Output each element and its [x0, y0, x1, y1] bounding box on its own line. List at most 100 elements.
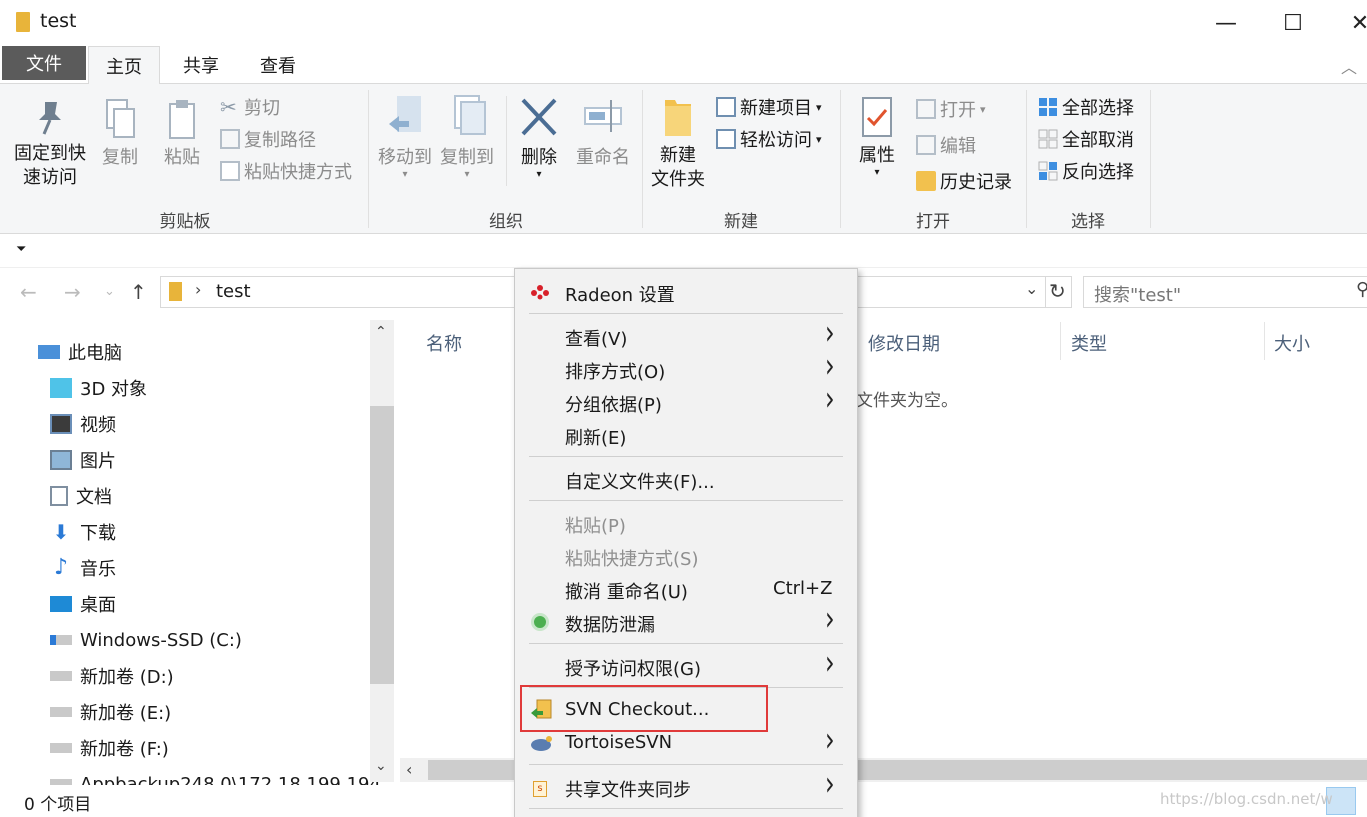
nav-item-drive-c[interactable]: Windows-SSD (C:): [50, 622, 242, 658]
nav-item-this-pc[interactable]: 此电脑: [38, 334, 122, 370]
tab-share[interactable]: 共享: [168, 46, 234, 84]
scroll-up-icon[interactable]: ⌃: [375, 324, 387, 340]
delete-button[interactable]: 删除 ▾: [514, 94, 564, 180]
nav-label: 文档: [76, 487, 112, 508]
cut-button[interactable]: ✂ 剪切: [220, 94, 280, 120]
menu-item-sort[interactable]: 排序方式(O): [565, 358, 665, 384]
nav-item-downloads[interactable]: ⬇ 下载: [50, 514, 116, 550]
ribbon-tabs: 文件 主页 共享 查看 ︿: [0, 46, 1367, 85]
customize-quick-access-icon[interactable]: ⏷: [16, 242, 26, 257]
search-input[interactable]: 搜索"test" ⚲: [1083, 276, 1367, 308]
properties-label: 属性: [859, 145, 895, 166]
navigation-pane: 此电脑 3D 对象 视频 图片 文档 ⬇ 下载 ♪ 音乐 桌面 Windows-…: [0, 318, 395, 788]
submenu-arrow-icon: ›: [825, 379, 835, 419]
new-folder-button[interactable]: 新建 文件夹: [646, 96, 710, 192]
tab-home[interactable]: 主页: [88, 46, 160, 85]
scroll-left-icon[interactable]: ‹: [406, 760, 412, 779]
menu-item-grant-access[interactable]: 授予访问权限(G): [565, 655, 701, 681]
nav-item-pictures[interactable]: 图片: [50, 442, 116, 478]
properties-button[interactable]: 属性 ▾: [852, 96, 902, 178]
menu-item-share-sync[interactable]: 共享文件夹同步: [565, 776, 691, 802]
menu-separator: [529, 764, 843, 765]
maximize-button[interactable]: ☐: [1270, 0, 1316, 46]
column-name[interactable]: 名称: [426, 330, 462, 356]
paste-shortcut-label: 粘贴快捷方式: [244, 162, 352, 183]
new-item-icon: [716, 97, 736, 117]
menu-item-dlp[interactable]: 数据防泄漏: [565, 611, 655, 637]
menu-item-paste[interactable]: 粘贴(P): [565, 512, 626, 538]
nav-label: 3D 对象: [80, 379, 148, 400]
nav-item-drive-f[interactable]: 新加卷 (F:): [50, 730, 169, 766]
nav-item-drive-d[interactable]: 新加卷 (D:): [50, 658, 174, 694]
move-to-button[interactable]: 移动到 ▾: [374, 94, 436, 180]
menu-item-undo-rename[interactable]: 撤消 重命名(U): [565, 578, 688, 604]
menu-item-group[interactable]: 分组依据(P): [565, 391, 662, 417]
easy-access-button[interactable]: 轻松访问 ▾: [716, 126, 822, 152]
menu-item-paste-shortcut[interactable]: 粘贴快捷方式(S): [565, 545, 698, 571]
delete-label: 删除: [521, 147, 557, 168]
copy-path-button[interactable]: 复制路径: [220, 126, 316, 152]
invert-selection-button[interactable]: 反向选择: [1038, 158, 1134, 184]
tab-view[interactable]: 查看: [245, 46, 311, 84]
open-button[interactable]: 打开 ▾: [916, 96, 986, 122]
edit-button[interactable]: 编辑: [916, 132, 976, 158]
nav-item-3d-objects[interactable]: 3D 对象: [50, 370, 147, 406]
column-date-modified[interactable]: 修改日期: [868, 330, 940, 356]
search-placeholder: 搜索"test": [1094, 285, 1182, 306]
ribbon-collapse-icon[interactable]: ︿: [1341, 54, 1357, 78]
tab-file[interactable]: 文件: [2, 46, 86, 80]
back-arrow-icon[interactable]: ←: [20, 280, 37, 304]
copy-button[interactable]: 复制: [96, 98, 144, 170]
cut-label: 剪切: [244, 98, 280, 119]
menu-item-tortoise-svn[interactable]: TortoiseSVN: [565, 732, 672, 753]
move-to-icon: [389, 96, 421, 132]
nav-item-music[interactable]: ♪ 音乐: [50, 550, 116, 586]
recent-locations-icon[interactable]: ⌄: [104, 284, 115, 299]
paste-button[interactable]: 粘贴: [158, 98, 206, 170]
menu-item-refresh[interactable]: 刷新(E): [565, 424, 626, 450]
new-item-button[interactable]: 新建项目 ▾: [716, 94, 822, 120]
pin-quick-access-button[interactable]: 固定到快 速访问: [10, 98, 90, 190]
nav-item-desktop[interactable]: 桌面: [50, 586, 116, 622]
address-dropdown-icon[interactable]: ⌄: [1025, 279, 1038, 298]
new-group-label: 新建: [724, 212, 758, 232]
dropdown-icon: ▾: [980, 102, 986, 116]
minimize-button[interactable]: —: [1203, 0, 1249, 46]
easy-access-label: 轻松访问: [740, 130, 812, 151]
nav-label: 图片: [80, 451, 116, 472]
nav-label: 桌面: [80, 595, 116, 616]
copy-to-button[interactable]: 复制到 ▾: [436, 94, 498, 180]
rename-button[interactable]: 重命名: [572, 94, 634, 170]
divider: [506, 96, 507, 186]
select-none-button[interactable]: 全部取消: [1038, 126, 1134, 152]
column-divider[interactable]: [1060, 322, 1061, 360]
close-button[interactable]: ✕: [1337, 0, 1367, 46]
up-arrow-icon[interactable]: ↑: [130, 280, 147, 304]
nav-scrollbar-thumb[interactable]: [370, 406, 394, 684]
dropdown-icon: ▾: [464, 169, 470, 180]
history-button[interactable]: 历史记录: [916, 168, 1012, 194]
column-type[interactable]: 类型: [1071, 330, 1107, 356]
group-divider: [1150, 90, 1151, 228]
download-icon: ⬇: [52, 520, 70, 544]
menu-item-customize-folder[interactable]: 自定义文件夹(F)...: [565, 468, 715, 494]
move-to-label: 移动到: [378, 147, 432, 168]
nav-item-video[interactable]: 视频: [50, 406, 116, 442]
select-all-button[interactable]: 全部选择: [1038, 94, 1134, 120]
nav-item-documents[interactable]: 文档: [50, 478, 112, 514]
new-folder-icon: [665, 100, 691, 136]
refresh-icon[interactable]: ↻: [1049, 279, 1066, 303]
group-divider: [368, 90, 369, 228]
copy-to-icon: [454, 95, 486, 135]
menu-item-view[interactable]: 查看(V): [565, 325, 627, 351]
paste-shortcut-button[interactable]: 粘贴快捷方式: [220, 158, 352, 184]
scroll-down-icon[interactable]: ⌄: [375, 758, 387, 774]
column-size[interactable]: 大小: [1274, 330, 1310, 356]
nav-item-drive-e[interactable]: 新加卷 (E:): [50, 694, 171, 730]
column-divider[interactable]: [1264, 322, 1265, 360]
menu-item-radeon[interactable]: Radeon 设置: [565, 281, 675, 307]
breadcrumb-test[interactable]: test: [216, 281, 251, 302]
forward-arrow-icon[interactable]: →: [64, 280, 81, 304]
folder-icon: [169, 282, 182, 301]
pin-label-line2: 速访问: [23, 167, 77, 188]
